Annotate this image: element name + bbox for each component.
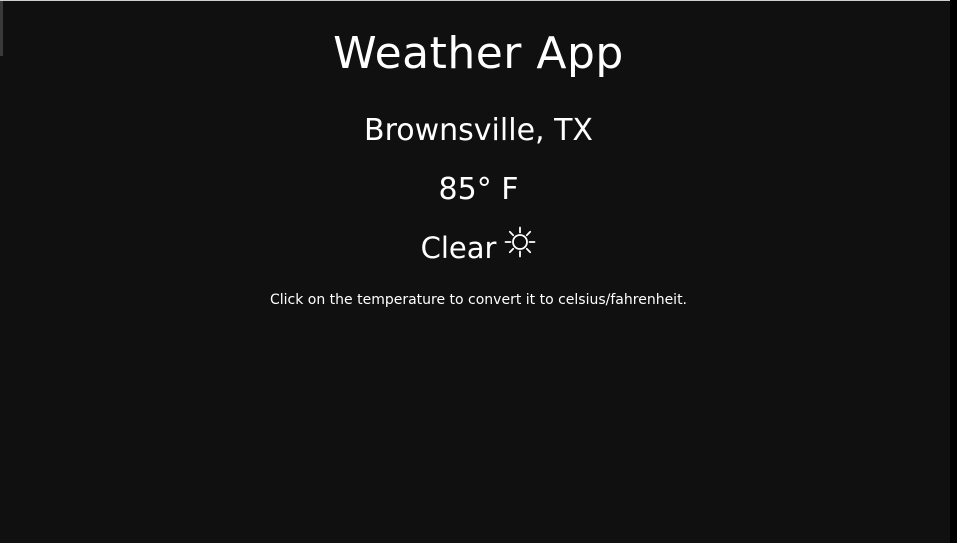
location-label: Brownsville, TX <box>364 113 593 148</box>
condition-label: Clear <box>420 231 497 265</box>
top-border-line <box>0 0 950 1</box>
weather-app-page: Weather App Brownsville, TX 85° F Clear … <box>0 0 957 543</box>
sun-icon <box>504 226 536 258</box>
temperature-toggle[interactable]: 85° F <box>0 170 957 210</box>
conversion-hint: Click on the temperature to convert it t… <box>269 292 688 308</box>
condition-row: Clear <box>0 226 957 270</box>
app-title: Weather App <box>333 28 624 79</box>
sun-icon-graphic <box>505 226 536 258</box>
